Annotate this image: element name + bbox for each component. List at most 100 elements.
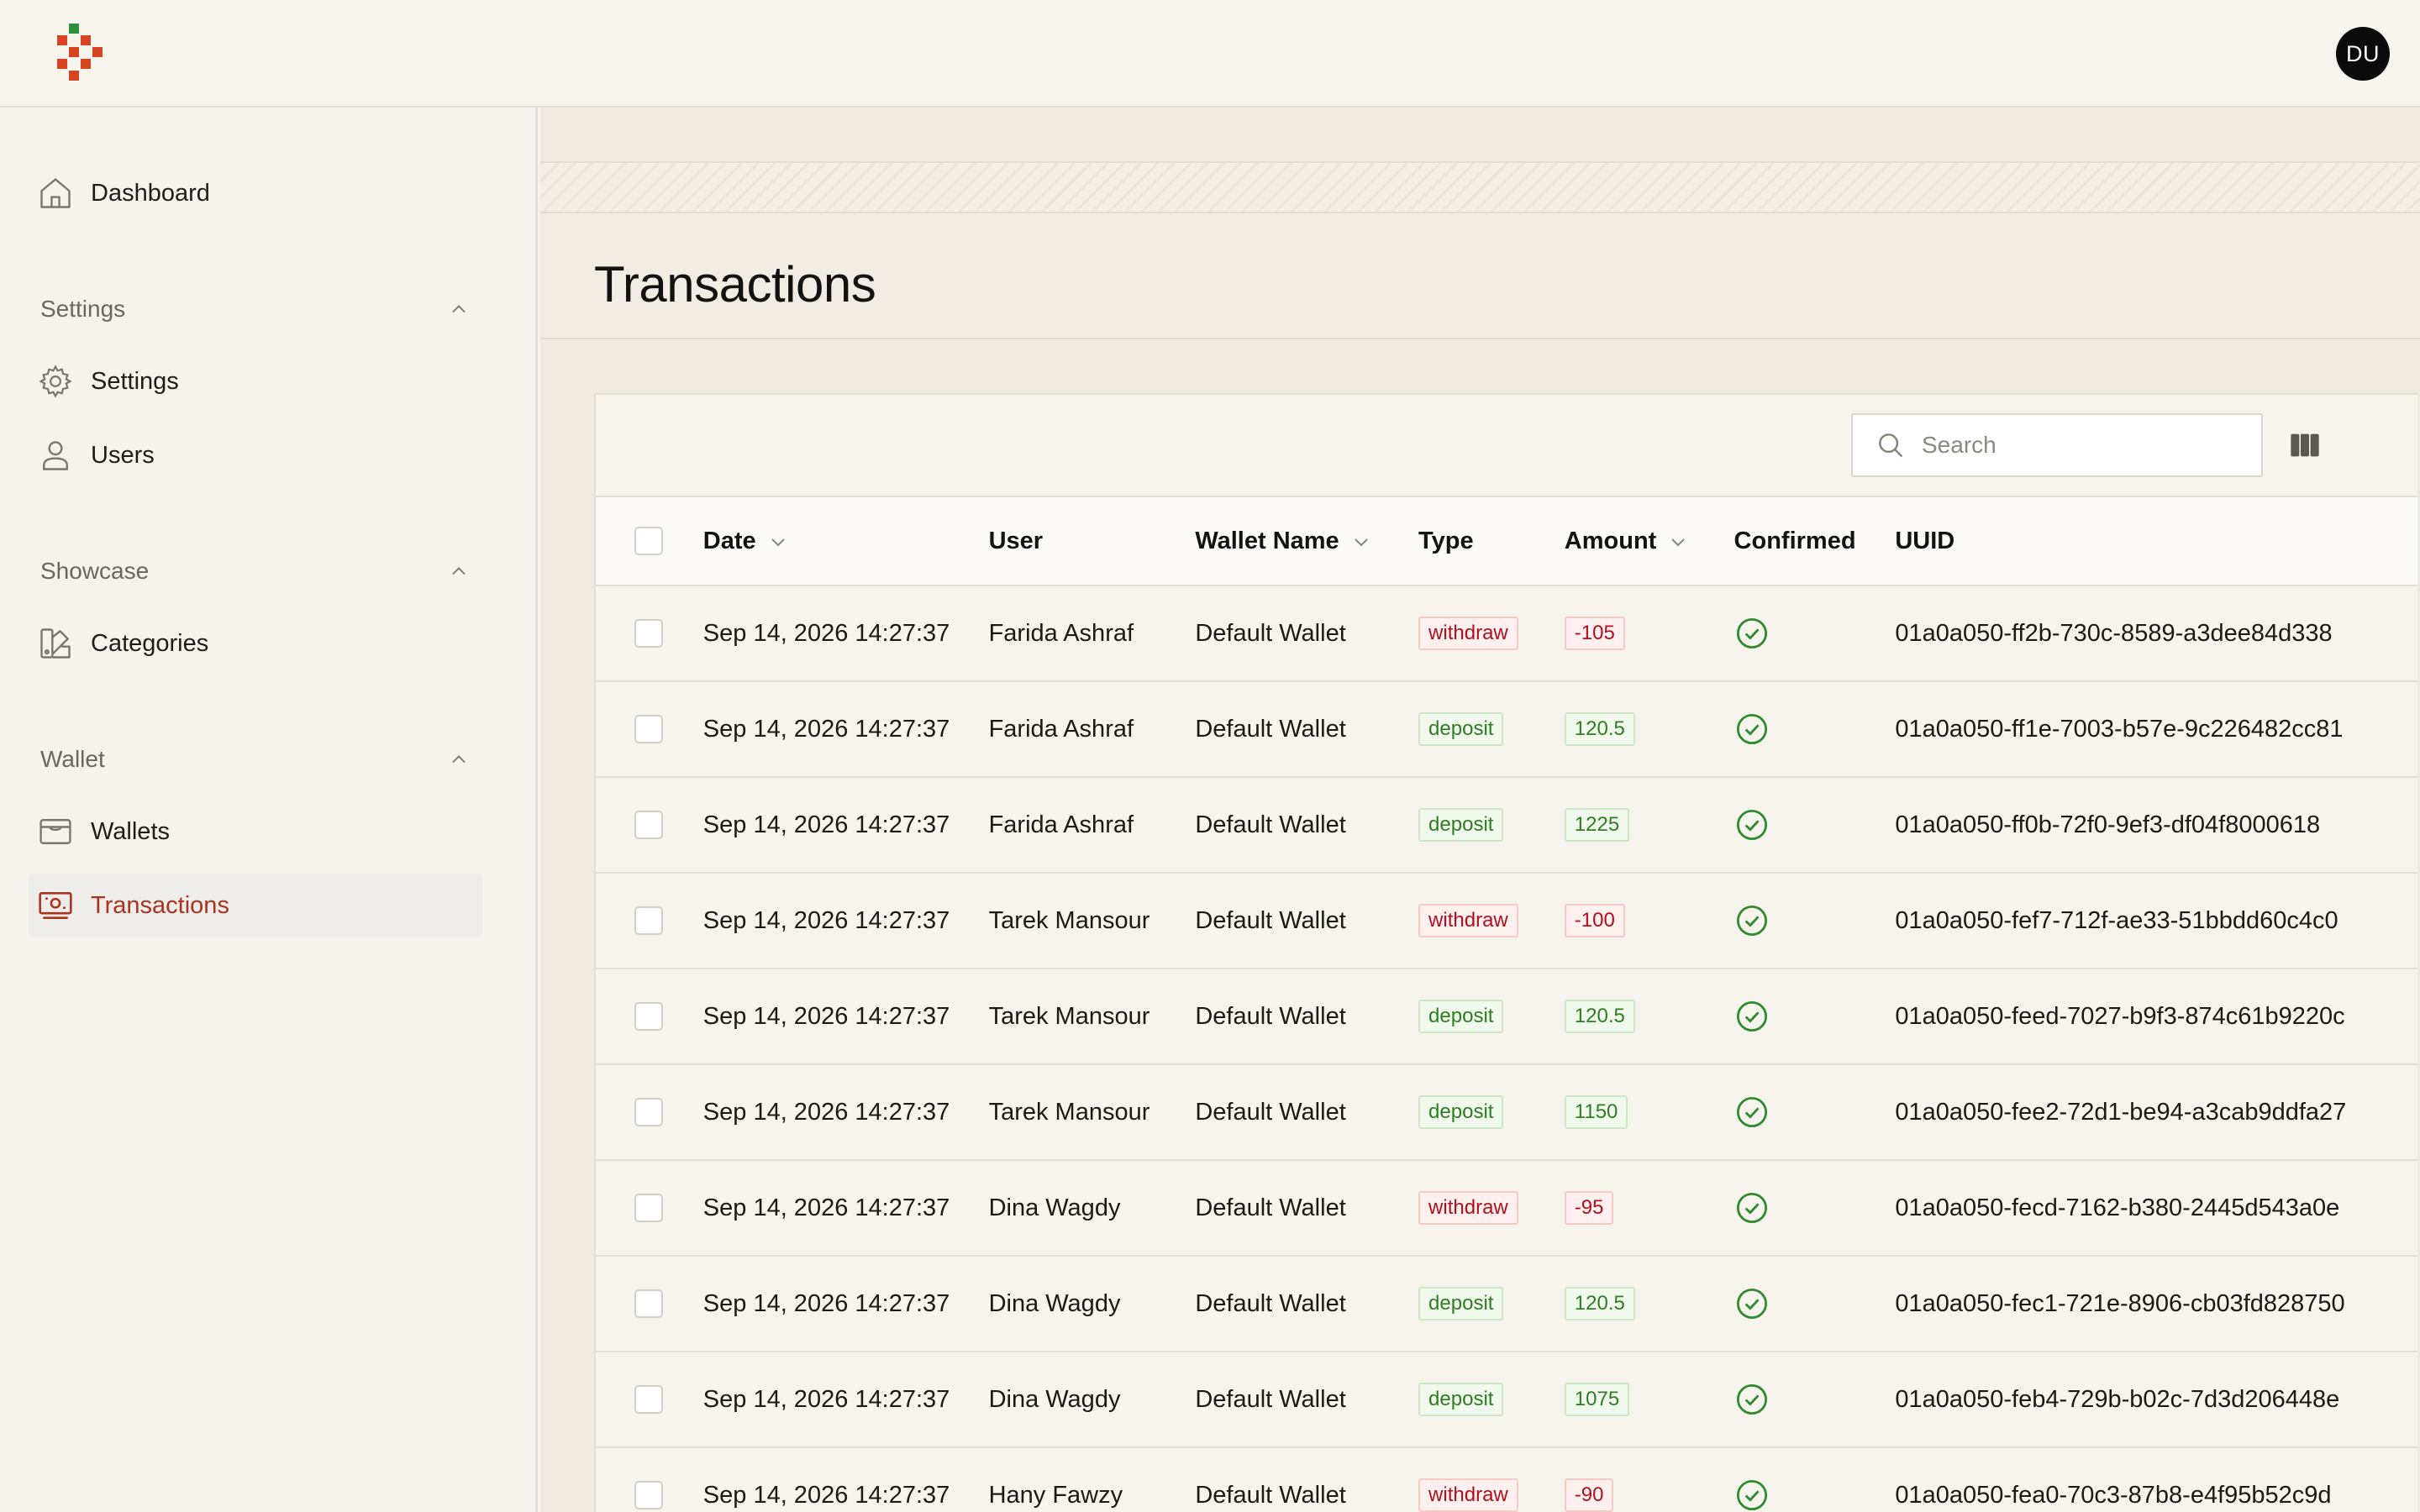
row-checkbox[interactable] — [634, 1098, 663, 1126]
user-cell: Dina Wagdy — [988, 1194, 1121, 1221]
user-cell: Dina Wagdy — [988, 1385, 1121, 1413]
column-label: User — [988, 527, 1044, 554]
amount-badge: -95 — [1564, 1191, 1614, 1225]
row-select-cell — [596, 873, 703, 969]
uuid-cell: 01a0a050-feb4-729b-b02c-7d3d206448e — [1895, 1385, 2340, 1413]
check-circle-icon — [1736, 1096, 1767, 1128]
column-header-date[interactable]: Date — [703, 496, 989, 585]
section-wallet-toggle[interactable]: Wallet — [40, 741, 471, 778]
table-row[interactable]: Sep 14, 2026 14:27:37 Tarek Mansour Defaul… — [596, 873, 2417, 969]
confirmed-cell — [1734, 1447, 1896, 1512]
user-cell: Farida Ashraf — [988, 715, 1134, 743]
type-badge: deposit — [1418, 1287, 1504, 1320]
amount-cell: 1075 — [1564, 1352, 1734, 1447]
column-header-uuid[interactable]: UUID — [1895, 496, 2417, 585]
type-cell: deposit — [1418, 969, 1565, 1064]
row-checkbox[interactable] — [634, 715, 663, 743]
app-logo-icon[interactable] — [57, 24, 106, 84]
section-showcase-toggle[interactable]: Showcase — [40, 553, 471, 590]
confirmed-cell — [1734, 1352, 1896, 1447]
amount-cell: -90 — [1564, 1447, 1734, 1512]
wallet-cell: Default Wallet — [1195, 1481, 1346, 1509]
wallet-cell: Default Wallet — [1195, 906, 1346, 934]
sidebar-item-settings[interactable]: Settings — [29, 349, 482, 413]
date-cell: Sep 14, 2026 14:27:37 — [702, 1385, 950, 1413]
sidebar-item-wallets[interactable]: Wallets — [29, 800, 482, 864]
table-row[interactable]: Sep 14, 2026 14:27:37 Dina Wagdy Default W… — [596, 1352, 2417, 1447]
money-icon — [24, 887, 87, 924]
section-settings-toggle[interactable]: Settings — [40, 291, 471, 328]
uuid-cell: 01a0a050-fec1-721e-8906-cb03fd828750 — [1895, 1289, 2345, 1317]
amount-cell: 120.5 — [1564, 1256, 1734, 1352]
sidebar-item-dashboard[interactable]: Dashboard — [29, 161, 482, 225]
chevron-down-icon — [1671, 538, 1686, 547]
row-checkbox[interactable] — [634, 1194, 663, 1222]
columns-icon[interactable] — [2288, 428, 2322, 462]
sidebar-item-transactions[interactable]: Transactions — [29, 874, 482, 937]
confirmed-cell — [1734, 1256, 1896, 1352]
table-row[interactable]: Sep 14, 2026 14:27:37 Dina Wagdy Default W… — [596, 1256, 2417, 1352]
uuid-cell: 01a0a050-fecd-7162-b380-2445d543a0e — [1895, 1194, 2340, 1221]
search-icon — [1879, 433, 1903, 458]
row-checkbox[interactable] — [634, 906, 663, 935]
table-row[interactable]: Sep 14, 2026 14:27:37 Tarek Mansour Defaul… — [596, 1064, 2417, 1160]
date-cell: Sep 14, 2026 14:27:37 — [702, 1481, 950, 1509]
column-header-user[interactable]: User — [989, 496, 1196, 585]
confirmed-cell — [1734, 681, 1896, 777]
section-title: Wallet — [40, 746, 105, 772]
table-row[interactable]: Sep 14, 2026 14:27:37 Farida Ashraf Defaul… — [596, 681, 2417, 777]
column-header-amount[interactable]: Amount — [1565, 496, 1734, 585]
amount-badge: -105 — [1564, 617, 1625, 650]
confirmed-cell — [1734, 777, 1896, 873]
type-badge: deposit — [1418, 1383, 1504, 1416]
row-select-cell — [596, 1064, 703, 1160]
table-row[interactable]: Sep 14, 2026 14:27:37 Hany Fawzy Default W… — [596, 1447, 2417, 1512]
row-checkbox[interactable] — [634, 811, 663, 839]
main-content: Transactions Date User — [540, 108, 2420, 1512]
table-body: Sep 14, 2026 14:27:37 Farida Ashraf Defaul… — [596, 585, 2417, 1512]
row-checkbox[interactable] — [634, 1385, 663, 1414]
wallet-cell: Default Wallet — [1195, 1098, 1346, 1126]
amount-badge: 1150 — [1564, 1095, 1628, 1129]
column-label: Confirmed — [1733, 527, 1856, 554]
table-row[interactable]: Sep 14, 2026 14:27:37 Tarek Mansour Defaul… — [596, 969, 2417, 1064]
column-header-confirmed[interactable]: Confirmed — [1734, 496, 1896, 585]
column-header-type[interactable]: Type — [1418, 496, 1565, 585]
check-circle-icon — [1736, 1383, 1767, 1415]
row-checkbox[interactable] — [634, 619, 663, 648]
date-cell: Sep 14, 2026 14:27:37 — [702, 1289, 950, 1317]
date-cell: Sep 14, 2026 14:27:37 — [702, 619, 950, 647]
table-row[interactable]: Sep 14, 2026 14:27:37 Farida Ashraf Defaul… — [596, 585, 2417, 681]
search-input[interactable] — [1922, 432, 2241, 459]
row-checkbox[interactable] — [634, 1002, 663, 1031]
chevron-up-icon — [452, 755, 466, 764]
row-select-cell — [596, 1352, 703, 1447]
confirmed-cell — [1734, 969, 1896, 1064]
check-circle-icon — [1736, 1000, 1767, 1032]
confirmed-cell — [1734, 1160, 1896, 1256]
select-all-checkbox[interactable] — [634, 527, 663, 555]
type-badge: withdraw — [1418, 617, 1518, 650]
search-box[interactable] — [1851, 413, 2263, 477]
chevron-up-icon — [452, 305, 466, 313]
confirmed-cell — [1734, 1064, 1896, 1160]
user-avatar[interactable]: DU — [2336, 27, 2390, 81]
table-row[interactable]: Sep 14, 2026 14:27:37 Farida Ashraf Defaul… — [596, 777, 2417, 873]
table-row[interactable]: Sep 14, 2026 14:27:37 Dina Wagdy Default W… — [596, 1160, 2417, 1256]
type-badge: withdraw — [1418, 904, 1518, 937]
sidebar: Dashboard Settings Settings Users Showca… — [0, 108, 538, 1512]
sidebar-item-categories[interactable]: Categories — [29, 612, 482, 675]
row-checkbox[interactable] — [634, 1289, 663, 1318]
sidebar-item-users[interactable]: Users — [29, 423, 482, 487]
amount-badge: -100 — [1564, 904, 1625, 937]
user-cell: Dina Wagdy — [988, 1289, 1121, 1317]
uuid-cell: 01a0a050-ff2b-730c-8589-a3dee84d338 — [1895, 619, 2333, 647]
page-title: Transactions — [594, 256, 876, 312]
wallet-icon — [24, 813, 87, 850]
section-title: Settings — [40, 296, 126, 322]
type-cell: deposit — [1418, 681, 1565, 777]
column-header-wallet-name[interactable]: Wallet Name — [1195, 496, 1418, 585]
row-checkbox[interactable] — [634, 1481, 663, 1509]
amount-cell: 1150 — [1564, 1064, 1734, 1160]
type-cell: deposit — [1418, 1352, 1565, 1447]
